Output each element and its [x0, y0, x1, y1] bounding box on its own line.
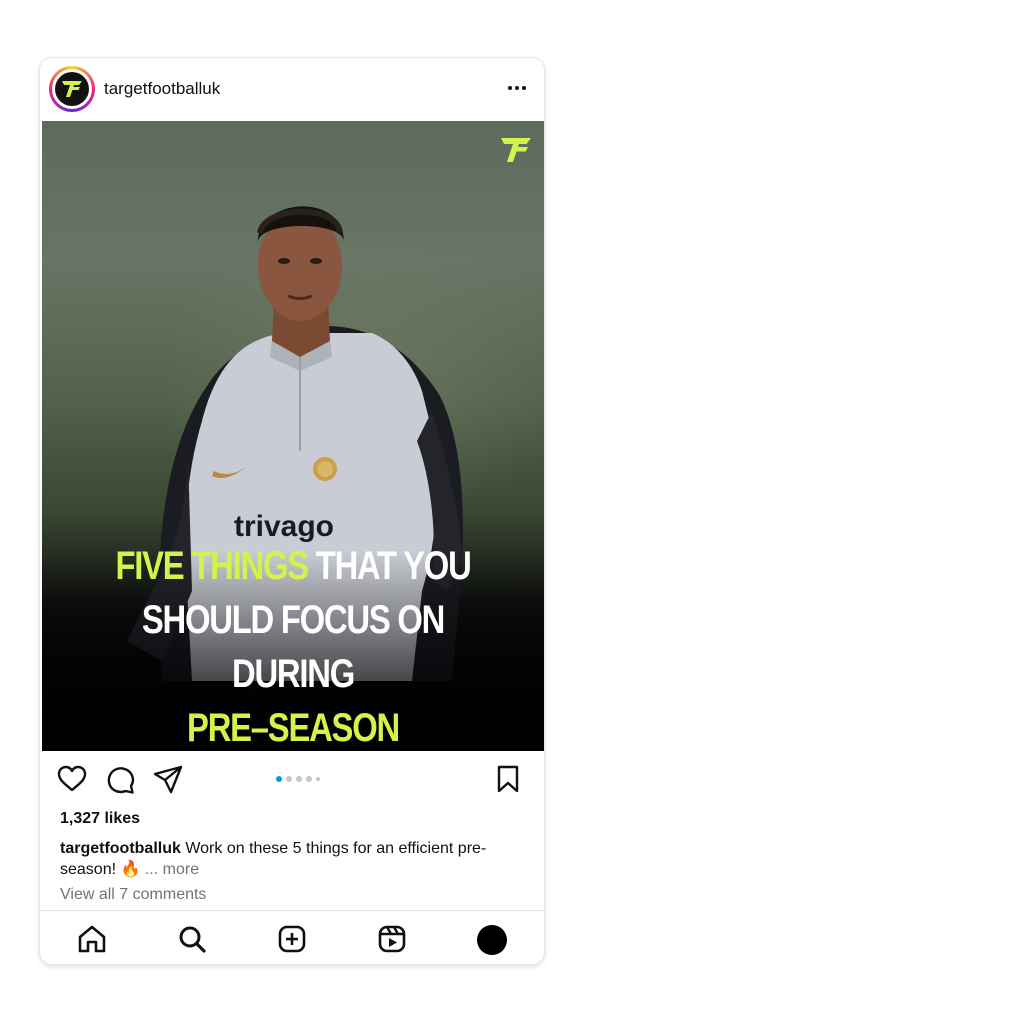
caption-more-link[interactable]: ... more [140, 861, 199, 878]
carousel-dot-active [276, 776, 282, 782]
more-options-icon[interactable] [502, 76, 532, 100]
instagram-post-card: targetfootballuk trivago FIVE THINGS THA… [40, 58, 544, 964]
caption-username[interactable]: targetfootballuk [60, 840, 181, 857]
target-football-watermark-icon [501, 138, 531, 162]
carousel-indicator [276, 776, 320, 782]
post-username[interactable]: targetfootballuk [104, 79, 220, 99]
post-headline: FIVE THINGS THAT YOU SHOULD FOCUS ON DUR… [87, 539, 499, 751]
likes-count[interactable]: 1,327 likes [60, 810, 140, 828]
carousel-dot [286, 776, 292, 782]
heart-icon[interactable] [56, 763, 88, 795]
send-icon[interactable] [152, 763, 184, 795]
home-icon[interactable] [76, 923, 108, 955]
search-icon[interactable] [176, 923, 208, 955]
carousel-dot [316, 777, 320, 781]
post-actions [40, 751, 544, 807]
post-image[interactable]: trivago FIVE THINGS THAT YOU SHOULD FOCU… [42, 121, 544, 751]
avatar[interactable] [49, 66, 95, 112]
headline-line: SHOULD FOCUS ON DURING [141, 598, 446, 696]
post-caption: targetfootballuk Work on these 5 things … [60, 838, 520, 880]
post-header: targetfootballuk [40, 58, 544, 121]
target-football-logo-icon [55, 72, 89, 106]
view-comments-link[interactable]: View all 7 comments [60, 886, 206, 904]
carousel-dot [296, 776, 302, 782]
headline-text: THAT YOU [307, 544, 472, 588]
create-icon[interactable] [276, 923, 308, 955]
bottom-nav [40, 910, 544, 964]
headline-highlight: FIVE THINGS [115, 544, 309, 588]
profile-icon[interactable] [477, 925, 507, 955]
reels-icon[interactable] [376, 923, 408, 955]
headline-highlight: PRE–SEASON [187, 706, 400, 750]
comment-icon[interactable] [104, 763, 136, 795]
bookmark-icon[interactable] [492, 763, 524, 795]
carousel-dot [306, 776, 312, 782]
